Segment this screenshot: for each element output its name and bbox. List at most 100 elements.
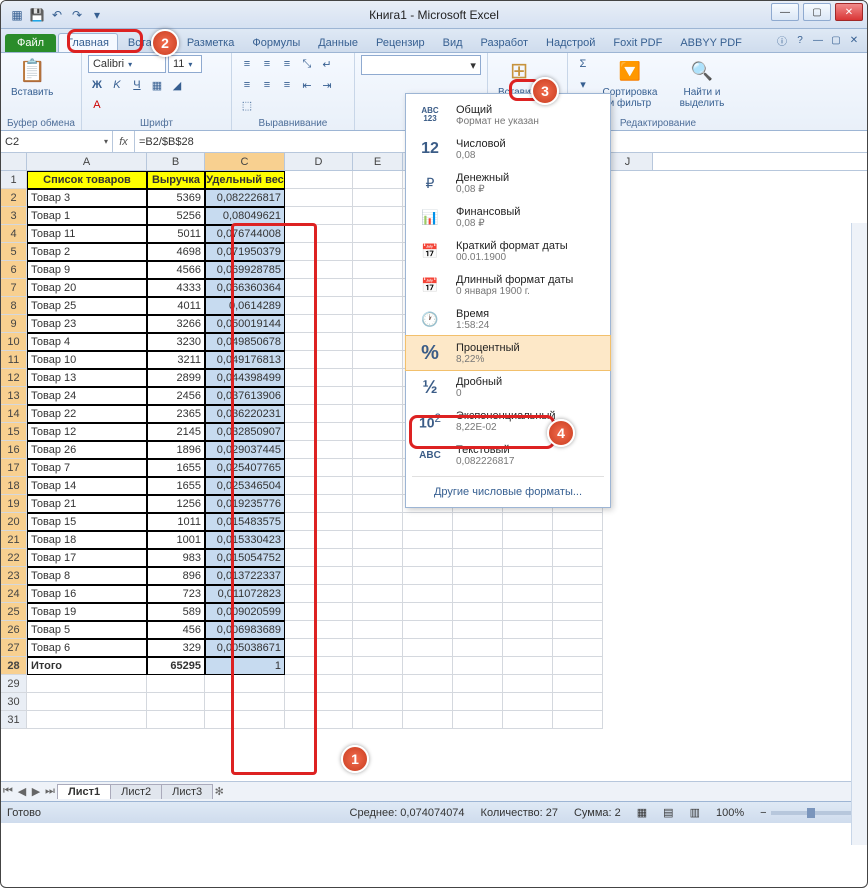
cell[interactable] — [503, 567, 553, 585]
cell[interactable] — [353, 477, 403, 495]
cell[interactable] — [353, 333, 403, 351]
cell[interactable]: Товар 13 — [27, 369, 147, 387]
cell[interactable] — [353, 585, 403, 603]
cell[interactable] — [27, 675, 147, 693]
cell[interactable]: Товар 11 — [27, 225, 147, 243]
tab-Надстрой[interactable]: Надстрой — [538, 34, 603, 52]
cell[interactable]: 65295 — [147, 657, 205, 675]
cell[interactable] — [27, 693, 147, 711]
cell[interactable]: 983 — [147, 549, 205, 567]
cell[interactable] — [553, 513, 603, 531]
border-button[interactable]: ▦ — [148, 76, 166, 94]
find-select-button[interactable]: 🔍 Найти и выделить — [668, 55, 736, 111]
font-size-combo[interactable]: 11▾ — [168, 55, 202, 73]
row-header[interactable]: 6 — [1, 261, 27, 279]
zoom-out-button[interactable]: − — [760, 807, 766, 819]
header-cell[interactable]: Удельный вес — [205, 171, 285, 189]
column-header-C[interactable]: C — [205, 153, 285, 170]
cell[interactable] — [285, 423, 353, 441]
more-number-formats[interactable]: Другие числовые форматы... — [406, 481, 610, 503]
cell[interactable] — [285, 171, 353, 189]
cell[interactable] — [285, 567, 353, 585]
view-pagebreak-button[interactable]: ▥ — [690, 806, 700, 819]
cell[interactable] — [285, 243, 353, 261]
cell[interactable]: 1256 — [147, 495, 205, 513]
format-option-Длинный формат даты[interactable]: 📅Длинный формат даты0 января 1900 г. — [406, 268, 610, 302]
cell[interactable]: 2456 — [147, 387, 205, 405]
header-cell[interactable]: Выручка — [147, 171, 205, 189]
cell[interactable] — [553, 621, 603, 639]
cell[interactable]: Товар 1 — [27, 207, 147, 225]
new-sheet-button[interactable]: ✻ — [212, 785, 226, 798]
sheet-nav-last[interactable]: ⏭ — [43, 785, 57, 798]
cell[interactable] — [453, 603, 503, 621]
tab-Формулы[interactable]: Формулы — [244, 34, 308, 52]
header-cell[interactable]: Список товаров — [27, 171, 147, 189]
cell[interactable] — [403, 675, 453, 693]
merge-button[interactable]: ⬚ — [238, 96, 256, 114]
row-header[interactable]: 4 — [1, 225, 27, 243]
cell[interactable]: 0,049176813 — [205, 351, 285, 369]
align-center-button[interactable]: ≡ — [258, 76, 276, 94]
cell[interactable] — [503, 621, 553, 639]
column-header-A[interactable]: A — [27, 153, 147, 170]
cell[interactable] — [285, 225, 353, 243]
format-option-Денежный[interactable]: ₽Денежный0,08 ₽ — [406, 166, 610, 200]
cell[interactable] — [453, 675, 503, 693]
row-header[interactable]: 30 — [1, 693, 27, 711]
cell[interactable] — [453, 567, 503, 585]
cell[interactable]: 3230 — [147, 333, 205, 351]
indent-dec-button[interactable]: ⇤ — [298, 76, 316, 94]
cell[interactable] — [403, 621, 453, 639]
cell[interactable] — [353, 711, 403, 729]
help-icon[interactable]: ? — [793, 33, 807, 47]
ribbon-minimize-icon[interactable]: ⓘ — [775, 33, 789, 47]
format-option-Экспоненциальный[interactable]: 102Экспоненциальный8,22E-02 — [406, 404, 610, 438]
cell[interactable] — [453, 585, 503, 603]
row-header[interactable]: 23 — [1, 567, 27, 585]
cell[interactable]: 0,025407765 — [205, 459, 285, 477]
italic-button[interactable]: K — [108, 76, 126, 94]
cell[interactable] — [453, 531, 503, 549]
cell[interactable]: 2365 — [147, 405, 205, 423]
cell[interactable]: Итого — [27, 657, 147, 675]
cell[interactable] — [353, 261, 403, 279]
row-header[interactable]: 24 — [1, 585, 27, 603]
cell[interactable] — [403, 567, 453, 585]
cell[interactable]: 0,005038671 — [205, 639, 285, 657]
cell[interactable]: 2899 — [147, 369, 205, 387]
cell[interactable] — [285, 711, 353, 729]
cell[interactable]: Товар 6 — [27, 639, 147, 657]
cell[interactable] — [353, 693, 403, 711]
cell[interactable]: 456 — [147, 621, 205, 639]
cell[interactable] — [553, 549, 603, 567]
redo-icon[interactable]: ↷ — [69, 7, 85, 23]
sheet-tab-Лист3[interactable]: Лист3 — [161, 784, 213, 799]
cell[interactable] — [403, 585, 453, 603]
cell[interactable]: 1655 — [147, 459, 205, 477]
cell[interactable]: 723 — [147, 585, 205, 603]
cell[interactable]: 0,015330423 — [205, 531, 285, 549]
cell[interactable] — [147, 711, 205, 729]
cell[interactable]: 0,0614289 — [205, 297, 285, 315]
cell[interactable] — [403, 549, 453, 567]
cell[interactable] — [503, 585, 553, 603]
row-header[interactable]: 27 — [1, 639, 27, 657]
cell[interactable] — [353, 297, 403, 315]
cell[interactable]: 1896 — [147, 441, 205, 459]
cell[interactable] — [285, 549, 353, 567]
format-option-Финансовый[interactable]: 📊Финансовый0,08 ₽ — [406, 200, 610, 234]
row-header[interactable]: 25 — [1, 603, 27, 621]
tab-ABBYY PDF[interactable]: ABBYY PDF — [672, 34, 750, 52]
align-right-button[interactable]: ≡ — [278, 76, 296, 94]
cell[interactable] — [285, 351, 353, 369]
cell[interactable]: 1001 — [147, 531, 205, 549]
file-tab[interactable]: Файл — [5, 34, 56, 52]
cell[interactable] — [353, 567, 403, 585]
maximize-button[interactable]: ▢ — [803, 3, 831, 21]
cell[interactable]: 0,032850907 — [205, 423, 285, 441]
cell[interactable] — [453, 549, 503, 567]
cell[interactable]: Товар 9 — [27, 261, 147, 279]
cell[interactable]: Товар 19 — [27, 603, 147, 621]
cell[interactable] — [503, 639, 553, 657]
